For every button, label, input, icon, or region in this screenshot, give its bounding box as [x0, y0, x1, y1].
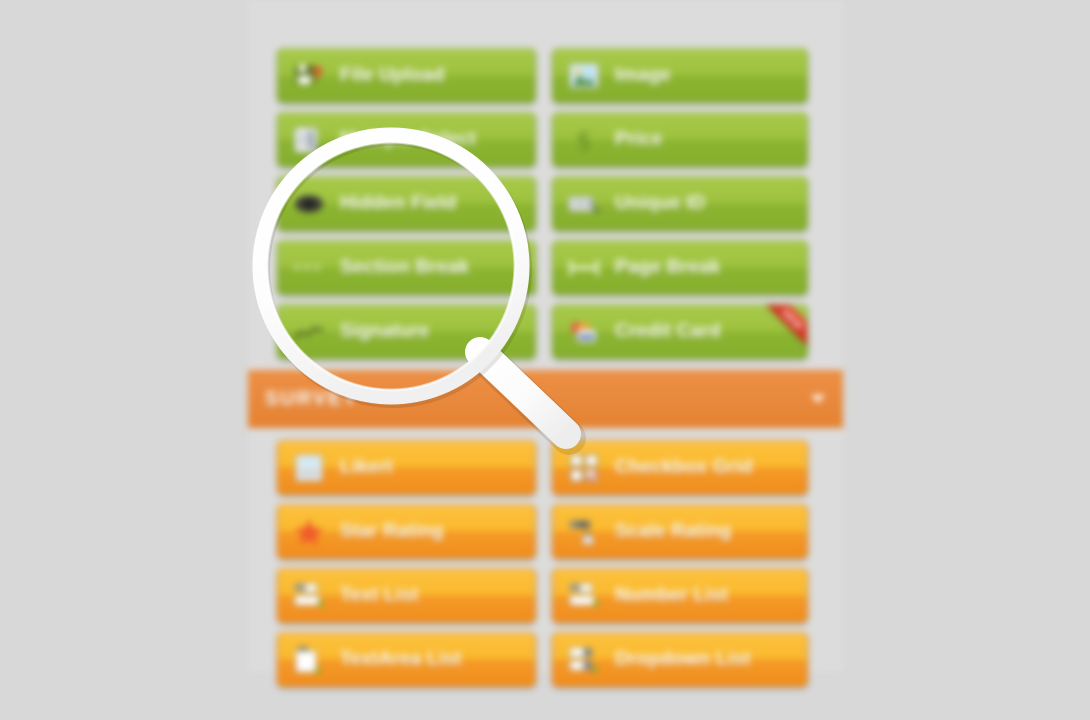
- palette-button-label: Price: [615, 128, 663, 150]
- svg-text:$: $: [577, 126, 591, 155]
- palette-button-checkbox-grid[interactable]: Checkbox Grid: [552, 440, 808, 495]
- multiple-select-icon: [292, 123, 326, 157]
- number-list-icon: [567, 579, 601, 613]
- file-upload-icon: [292, 59, 326, 93]
- palette-button-multiple-select[interactable]: Multiple Select: [277, 112, 536, 167]
- palette-button-file-upload[interactable]: File Upload: [277, 48, 536, 103]
- palette-button-label: Likert: [340, 456, 393, 478]
- palette-button-label: Text List: [340, 584, 419, 606]
- survey-section-header[interactable]: SURVEY: [248, 370, 843, 428]
- palette-button-section-break[interactable]: Section Break: [277, 240, 536, 295]
- palette-button-likert[interactable]: Likert: [277, 440, 536, 495]
- palette-button-textarea-list[interactable]: TextArea List: [277, 632, 536, 687]
- field-palette-panel: File Upload Image Multiple Select $ Pric…: [248, 0, 843, 687]
- palette-content-blurred: File Upload Image Multiple Select $ Pric…: [248, 0, 843, 687]
- dropdown-list-icon: [567, 643, 601, 677]
- palette-button-price[interactable]: $ Price: [552, 112, 808, 167]
- text-list-icon: [292, 579, 326, 613]
- credit-card-icon: [567, 315, 601, 349]
- palette-button-label: Dropdown List: [615, 648, 751, 670]
- section-break-icon: [292, 251, 326, 285]
- page-break-icon: [567, 251, 601, 285]
- new-badge: NEW: [753, 305, 807, 358]
- palette-button-label: Unique ID: [615, 192, 706, 214]
- palette-button-hidden-field[interactable]: Hidden Field: [277, 176, 536, 231]
- palette-button-signature[interactable]: Signature: [277, 304, 536, 359]
- textarea-list-icon: [292, 643, 326, 677]
- screenshot-stage: File Upload Image Multiple Select $ Pric…: [0, 0, 1090, 720]
- palette-button-credit-card[interactable]: Credit Card NEW: [552, 304, 808, 359]
- image-icon: [567, 59, 601, 93]
- palette-button-label: Credit Card: [615, 320, 721, 342]
- price-dollar-icon: $: [567, 123, 601, 157]
- checkbox-grid-icon: [567, 451, 601, 485]
- star-icon: [292, 515, 326, 549]
- signature-icon: [292, 315, 326, 349]
- palette-button-label: Section Break: [340, 256, 470, 278]
- palette-button-page-break[interactable]: Page Break: [552, 240, 808, 295]
- unique-id-icon: [567, 187, 601, 221]
- likert-icon: [292, 451, 326, 485]
- palette-button-label: TextArea List: [340, 648, 462, 670]
- palette-button-unique-id[interactable]: Unique ID: [552, 176, 808, 231]
- palette-button-label: File Upload: [340, 64, 445, 86]
- palette-button-scale-rating[interactable]: Scale Rating: [552, 504, 808, 559]
- palette-button-label: Multiple Select: [340, 128, 477, 150]
- palette-button-star-rating[interactable]: Star Rating: [277, 504, 536, 559]
- scale-rating-icon: [567, 515, 601, 549]
- palette-button-label: Page Break: [615, 256, 721, 278]
- chevron-down-icon[interactable]: [811, 395, 825, 403]
- palette-button-number-list[interactable]: Number List: [552, 568, 808, 623]
- palette-button-label: Scale Rating: [615, 520, 732, 542]
- palette-button-label: Image: [615, 64, 671, 86]
- palette-button-text-list[interactable]: Text List: [277, 568, 536, 623]
- palette-button-label: Number List: [615, 584, 729, 606]
- hidden-field-icon: [292, 187, 326, 221]
- palette-button-label: Checkbox Grid: [615, 456, 753, 478]
- palette-button-image[interactable]: Image: [552, 48, 808, 103]
- survey-section-title: SURVEY: [265, 387, 359, 410]
- palette-button-label: Star Rating: [340, 520, 444, 542]
- palette-button-dropdown-list[interactable]: Dropdown List: [552, 632, 808, 687]
- palette-button-label: Signature: [340, 320, 430, 342]
- palette-button-label: Hidden Field: [340, 192, 457, 214]
